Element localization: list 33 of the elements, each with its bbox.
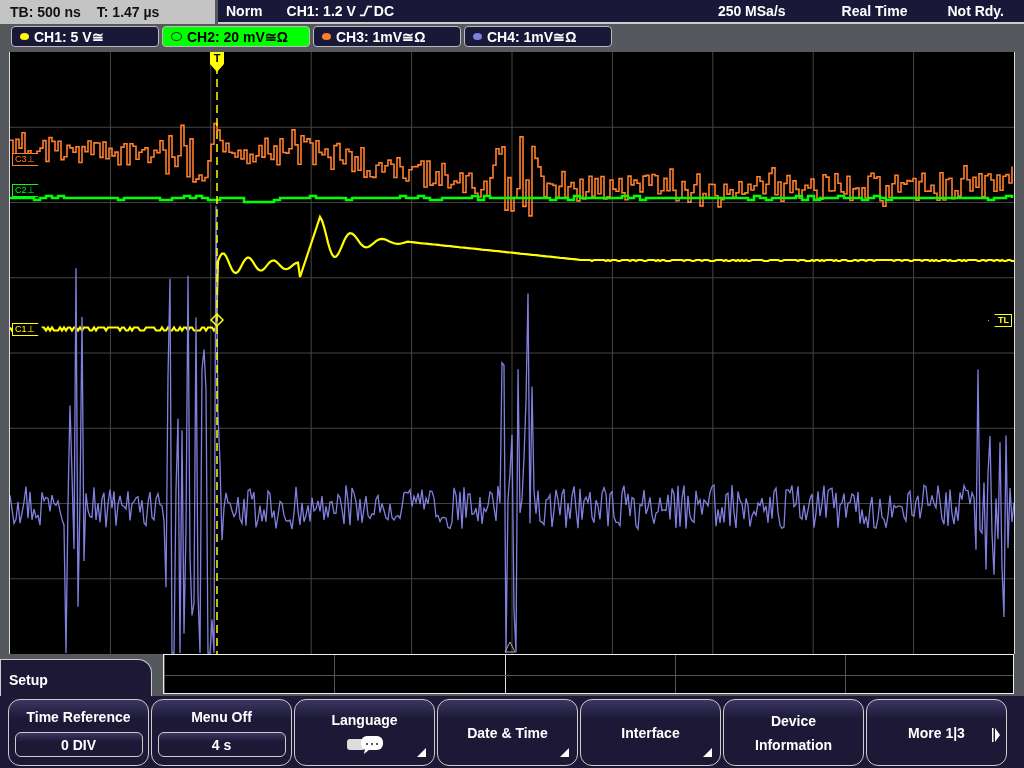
value-field[interactable]: 0 DIV [14,732,143,757]
acquisition-mode-text: Real Time [841,3,908,19]
softkey-button[interactable]: Language [294,699,435,766]
softkey-button[interactable]: More 1|3 [866,699,1007,766]
softkey-button[interactable]: Time Reference 0 DIV [8,699,149,766]
channel-marker: C3⊥ [12,153,44,166]
softkey-button[interactable]: Date & Time [437,699,578,766]
channel-tab[interactable]: CH1: 5 V≅ [11,26,159,47]
trigger-marker: T [210,52,224,72]
channel-marker: C1⊥ [12,323,44,336]
acquisition-state-text: Not Rdy. [946,3,1004,19]
softkey-button[interactable]: Interface [580,699,721,766]
value-field[interactable]: 4 s [157,732,286,757]
trigger-mode-text: Norm [226,3,263,19]
softkey-button[interactable]: Device Information [723,699,864,766]
time-reference-icon [504,641,516,653]
channel-tab[interactable]: CH4: 1mV≅Ω [464,26,612,47]
speech-bubbles-icon [344,734,385,755]
submenu-corner-icon [417,748,426,757]
channel-tab[interactable]: CH3: 1mV≅Ω [313,26,461,47]
trigger-point-icon [209,312,225,328]
trigger-time-text: T: 1.47 µs [96,4,160,20]
trigger-level-text: CH1: 1.2 V [286,3,356,19]
next-arrow-icon [992,728,1000,742]
submenu-corner-icon [560,748,569,757]
channel-marker: C2⊥ [12,184,44,197]
sample-rate-text: 250 MSa/s [717,3,786,19]
softkey-button[interactable]: Menu Off 4 s [151,699,292,766]
trigger-level-marker: TL [988,314,1012,327]
submenu-corner-icon [703,748,712,757]
channel-tab[interactable]: CH2: 20 mV≅Ω [162,26,310,47]
trigger-coupling-text: DC [373,3,395,19]
timebase-text: TB: 500 ns [10,4,81,20]
